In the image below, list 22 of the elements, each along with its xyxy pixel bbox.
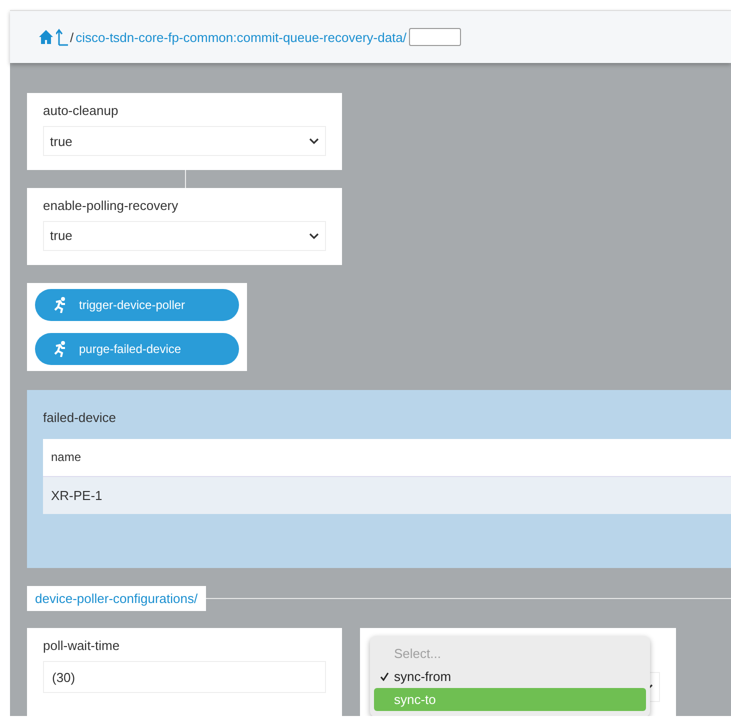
column-header: name (43, 438, 731, 476)
table-cell[interactable]: XR-PE-1 (43, 476, 731, 514)
breadcrumb-link[interactable]: cisco-tsdn-core-fp-common:commit-queue-recovery-data/ (76, 30, 407, 44)
action-button[interactable]: trigger-device-poller (35, 288, 239, 321)
running-person-icon (53, 296, 67, 313)
list-title: failed-device (43, 410, 117, 425)
home-icon[interactable] (38, 29, 54, 45)
field-label: enable-polling-recovery (43, 198, 180, 213)
up-arrow-icon[interactable] (56, 28, 68, 46)
running-person-icon (53, 340, 67, 357)
check-icon (380, 672, 389, 681)
field-label: poll-wait-time (43, 638, 121, 653)
path-separator: / (70, 30, 74, 44)
path-input-field[interactable] (408, 28, 461, 46)
field-label: auto-cleanup (43, 103, 120, 118)
menu-option[interactable]: sync-to (374, 688, 646, 711)
select-field[interactable]: true (43, 126, 326, 156)
section-link[interactable]: device-poller-configurations/ (27, 586, 206, 611)
action-button[interactable]: purge-failed-device (35, 332, 239, 365)
input-field[interactable]: (30) (43, 661, 326, 693)
select-field[interactable]: true (43, 220, 326, 251)
menu-option[interactable]: sync-from (374, 665, 646, 688)
